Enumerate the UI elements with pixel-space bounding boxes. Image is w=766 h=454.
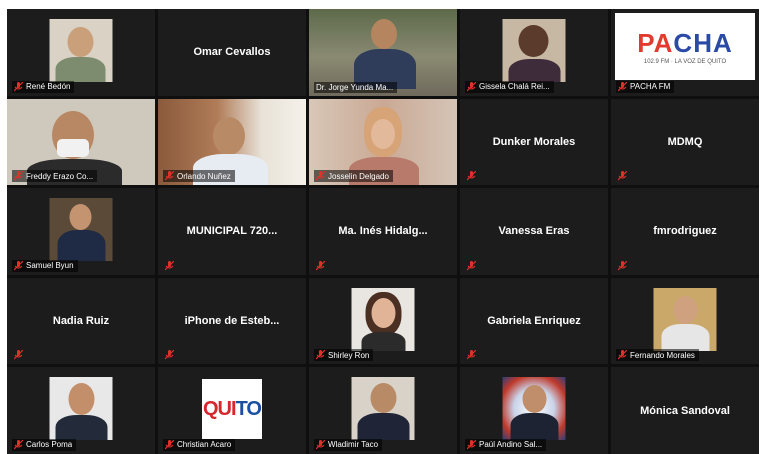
participant-tile[interactable]: Josselin Delgado (309, 98, 457, 186)
microphone-muted-icon (14, 439, 23, 450)
participant-video (351, 287, 415, 351)
participant-display-name: Omar Cevallos (193, 46, 271, 59)
participant-display-name: iPhone de Esteb... (184, 315, 280, 328)
participant-tile[interactable]: PACHA 102.9 FM · LA VOZ DE QUITO PACHA F… (611, 9, 759, 96)
participant-tile[interactable]: Freddy Erazo Co... (7, 98, 155, 186)
microphone-muted-icon (618, 350, 627, 360)
microphone-muted-icon (467, 171, 476, 181)
participant-name-label: PACHA FM (616, 80, 675, 93)
participant-name-label: René Bedón (12, 80, 75, 93)
participant-video (49, 377, 113, 441)
participant-tile-active-speaker[interactable]: Dr. Jorge Yunda Ma... (309, 9, 457, 96)
gallery-grid: René Bedón Omar Cevallos Dr. Jorge Yunda… (7, 9, 759, 454)
microphone-muted-icon (618, 260, 627, 271)
participant-tile[interactable]: Omar Cevallos (158, 9, 306, 96)
participant-tile[interactable]: MUNICIPAL 720... (158, 188, 306, 275)
participant-tile[interactable]: Shirley Ron (309, 277, 457, 365)
microphone-muted-icon (618, 171, 627, 181)
participant-display-name: Mónica Sandoval (640, 404, 730, 417)
participant-tile[interactable]: QUITO Christian Acaro (158, 367, 306, 454)
microphone-muted-icon (316, 171, 325, 181)
participant-tile[interactable]: Fernando Morales (611, 277, 759, 365)
participant-tile[interactable]: Wladimir Taco (309, 367, 457, 454)
participant-tile[interactable]: Mónica Sandoval (611, 367, 759, 454)
participant-video (49, 198, 113, 262)
participant-tile[interactable]: Gabriela Enriquez (460, 277, 608, 365)
participant-display-name: Vanessa Eras (498, 225, 570, 238)
participant-tile[interactable]: iPhone de Esteb... (158, 277, 306, 365)
participant-name-label: Paúl Andino Sal... (465, 438, 547, 451)
participant-display-name: MUNICIPAL 720... (186, 225, 278, 238)
participant-display-name: MDMQ (667, 135, 703, 148)
participant-name-label: Shirley Ron (314, 349, 374, 362)
microphone-muted-icon (467, 439, 476, 450)
participant-display-name: Gabriela Enriquez (487, 315, 581, 328)
microphone-muted-icon (467, 81, 476, 92)
microphone-muted-icon (467, 260, 476, 271)
microphone-muted-icon (165, 260, 174, 271)
participant-name-label: Fernando Morales (616, 349, 699, 362)
participant-video (653, 287, 717, 351)
microphone-muted-icon (14, 81, 23, 92)
microphone-muted-icon (165, 350, 174, 360)
pacha-fm-logo: PACHA 102.9 FM · LA VOZ DE QUITO (615, 13, 755, 80)
microphone-muted-icon (316, 439, 325, 450)
participant-name-label: Christian Acaro (163, 438, 236, 451)
participant-video (502, 377, 566, 441)
participant-name-label: Dr. Jorge Yunda Ma... (314, 81, 398, 93)
participant-name-label: Carlos Poma (12, 438, 77, 451)
participant-tile[interactable]: Nadia Ruiz (7, 277, 155, 365)
participant-tile[interactable]: Carlos Poma (7, 367, 155, 454)
participant-tile[interactable]: Dunker Morales (460, 98, 608, 186)
participant-video (351, 377, 415, 441)
participant-name-label: Wladimir Taco (314, 438, 383, 451)
microphone-muted-icon (316, 350, 325, 360)
participant-display-name: Ma. Inés Hidalg... (338, 225, 428, 238)
participant-display-name: Nadia Ruiz (52, 315, 110, 328)
participant-tile[interactable]: Ma. Inés Hidalg... (309, 188, 457, 275)
microphone-muted-icon (165, 439, 174, 450)
participant-name-label: Josselin Delgado (314, 170, 393, 183)
participant-tile[interactable]: Orlando Nuñez (158, 98, 306, 186)
participant-video (502, 19, 566, 82)
participant-tile[interactable]: Gissela Chalá Rei... (460, 9, 608, 96)
participant-video (49, 19, 113, 82)
participant-name-label: Freddy Erazo Co... (12, 170, 98, 183)
microphone-muted-icon (467, 350, 476, 360)
participant-tile[interactable]: fmrodriguez (611, 188, 759, 275)
microphone-muted-icon (316, 260, 325, 271)
microphone-muted-icon (14, 350, 23, 360)
participant-tile[interactable]: MDMQ (611, 98, 759, 186)
participant-tile[interactable]: René Bedón (7, 9, 155, 96)
microphone-muted-icon (14, 260, 23, 271)
participant-tile[interactable]: Paúl Andino Sal... (460, 367, 608, 454)
participant-tile[interactable]: Samuel Byun (7, 188, 155, 275)
participant-name-label: Samuel Byun (12, 259, 78, 272)
quito-logo: QUITO (202, 379, 262, 440)
microphone-muted-icon (618, 81, 627, 92)
microphone-muted-icon (14, 171, 23, 181)
microphone-muted-icon (165, 171, 174, 181)
participant-display-name: fmrodriguez (653, 225, 717, 238)
participant-name-label: Orlando Nuñez (163, 170, 235, 183)
participant-display-name: Dunker Morales (492, 135, 576, 148)
participant-tile[interactable]: Vanessa Eras (460, 188, 608, 275)
participant-name-label: Gissela Chalá Rei... (465, 80, 554, 93)
